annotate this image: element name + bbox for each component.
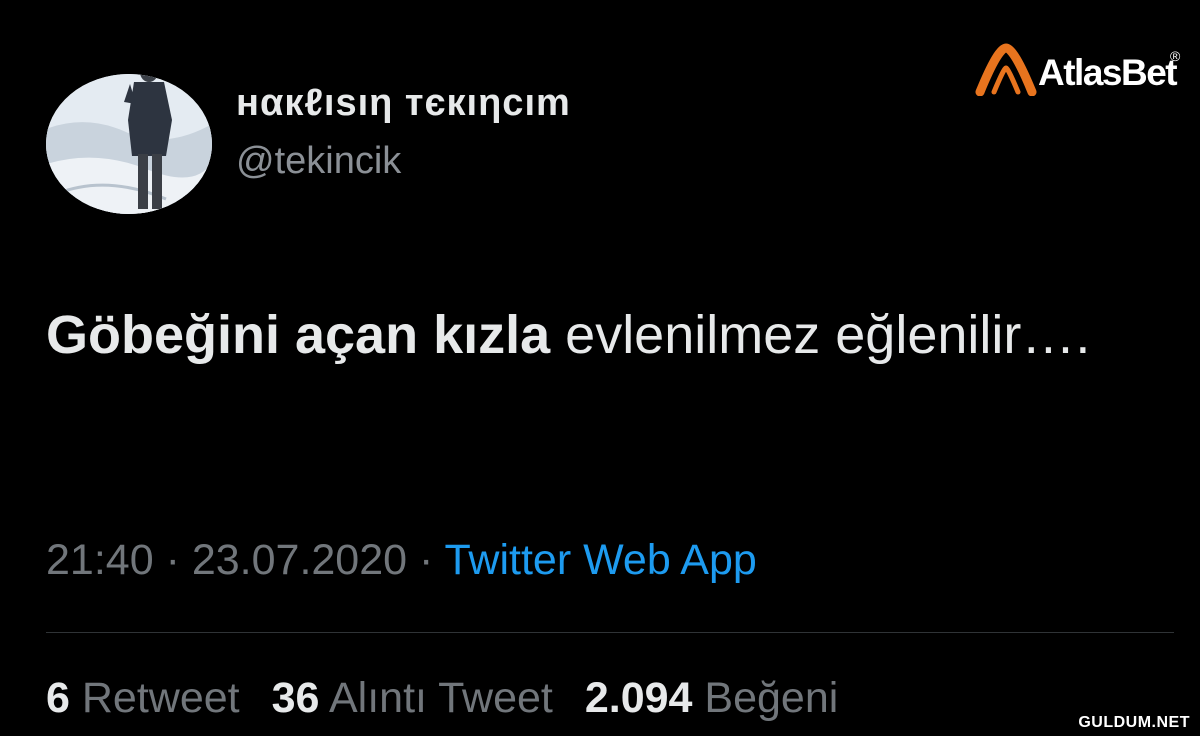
tweet-source-link[interactable]: Twitter Web App [445,536,757,584]
retweets-count: 6 [46,674,70,722]
brand-logo: AtlasBet ® [970,40,1192,104]
quotes-count: 36 [271,674,320,722]
user-handle[interactable]: @tekincik [236,140,401,183]
tweet-text-bold: Göbeğini açan kızla [46,305,551,365]
atlasbet-logo-icon [975,43,1037,96]
quotes-label: Alıntı Tweet [329,674,553,722]
tweet-stats: 6 Retweet 36 Alıntı Tweet 2.094 Beğeni [46,674,858,723]
divider [46,632,1174,633]
retweets-stat[interactable]: 6 Retweet [46,674,240,722]
display-name[interactable]: нαкℓısıη тєкıηcım [236,82,571,125]
tweet-meta: 21:40 · 23.07.2020 · Twitter Web App [46,536,757,585]
brand-name: AtlasBet [1038,52,1178,93]
tweet-date[interactable]: 23.07.2020 [192,536,407,584]
likes-stat[interactable]: 2.094 Beğeni [585,674,838,722]
avatar[interactable] [46,74,212,214]
tweet-time[interactable]: 21:40 [46,536,154,584]
quote-tweets-stat[interactable]: 36 Alıntı Tweet [272,674,553,722]
likes-count: 2.094 [584,674,693,722]
registered-mark: ® [1170,48,1181,64]
meta-separator: · [165,536,180,584]
tweet-text: Göbeğini açan kızla evlenilmez eğlenilir… [46,290,1146,380]
likes-label: Beğeni [704,674,839,722]
watermark: GULDUM.NET [1078,714,1190,731]
avatar-photo [46,74,212,214]
meta-separator: · [419,536,434,584]
tweet-text-normal: evlenilmez eğlenilir…. [565,305,1091,365]
retweets-label: Retweet [81,674,240,722]
